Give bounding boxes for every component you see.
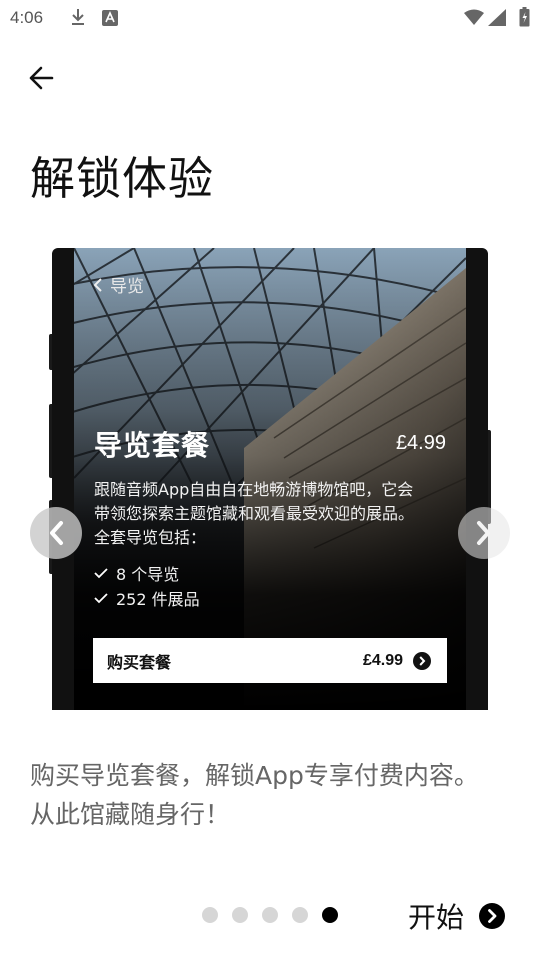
buy-label: 购买套餐 [107, 652, 172, 672]
carousel-next-button[interactable] [458, 507, 510, 559]
cellular-signal-icon [488, 9, 506, 26]
phone-mockup: 导览 导览套餐 £4.99 跟随音频App自由自在地畅游博物馆吧，它会带领您探索… [52, 248, 488, 710]
chevron-left-icon [50, 521, 63, 545]
carousel-prev-button[interactable] [30, 507, 82, 559]
page-dot-active[interactable] [322, 907, 338, 923]
start-button[interactable]: 开始 [408, 896, 506, 936]
page-dot[interactable] [232, 907, 248, 923]
chevron-right-icon [477, 521, 490, 545]
download-icon [72, 9, 84, 25]
buy-price: £4.99 [362, 651, 403, 669]
wifi-icon [464, 9, 484, 25]
check-icon [94, 592, 108, 603]
feature-caption: 购买导览套餐，解锁App专享付费内容。从此馆藏随身行！ [30, 761, 479, 829]
chevron-left-icon [93, 277, 102, 292]
page-dot[interactable] [262, 907, 278, 923]
back-button[interactable] [22, 58, 66, 102]
inner-back-label: 导览 [110, 277, 144, 297]
start-label: 开始 [408, 901, 465, 934]
arrow-left-icon [29, 66, 54, 90]
buy-package-button[interactable]: 购买套餐 £4.99 [93, 638, 447, 683]
package-price: £4.99 [395, 432, 446, 454]
page-dot[interactable] [292, 907, 308, 923]
page-indicator [202, 907, 338, 923]
phone-screen: 导览 导览套餐 £4.99 跟随音频App自由自在地畅游博物馆吧，它会带领您探索… [74, 248, 466, 710]
check-icon [94, 567, 108, 578]
chevron-right-circle-icon [479, 903, 506, 929]
translate-app-icon [102, 10, 118, 26]
page-dot[interactable] [202, 907, 218, 923]
chevron-right-circle-icon [413, 651, 431, 670]
feature-item: 252 件展品 [94, 585, 200, 610]
package-title: 导览套餐 [94, 429, 211, 462]
status-time: 4:06 [10, 8, 44, 27]
feature-label: 8 个导览 [116, 564, 180, 584]
status-bar: 4:06 [0, 0, 540, 36]
feature-item: 8 个导览 [94, 560, 200, 585]
inner-back-link[interactable]: 导览 [92, 272, 144, 297]
page-title: 解锁体验 [30, 152, 215, 205]
feature-label: 252 件展品 [116, 589, 200, 609]
feature-list: 8 个导览 252 件展品 [94, 560, 200, 610]
package-description: 跟随音频App自由自在地畅游博物馆吧，它会带领您探索主题馆藏和观看最受欢迎的展品… [94, 480, 415, 547]
battery-icon [519, 7, 530, 27]
